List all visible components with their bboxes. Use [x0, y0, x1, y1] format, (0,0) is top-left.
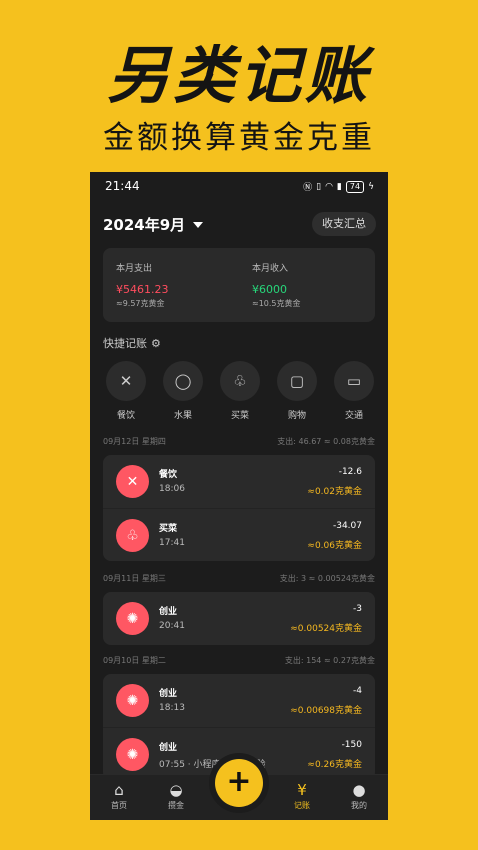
promo-subtitle: 金额换算黄金克重	[103, 120, 375, 156]
entry-time: 18:06	[159, 484, 185, 494]
entry-gold: ≈0.00524克黄金	[290, 624, 362, 634]
entry-gold: ≈0.02克黄金	[307, 487, 362, 497]
caret-down-icon	[193, 221, 204, 228]
bus-icon: ▭	[334, 361, 374, 401]
day-entries-card: ✕ 餐饮 18:06 -12.6 ≈0.02克黄金 ♧ 买菜 17:41 -34…	[103, 455, 375, 561]
vibrate-icon: ▯	[316, 181, 322, 192]
status-time: 21:44	[105, 179, 140, 193]
income-stat: 本月收入 ¥6000 ≈10.5克黄金	[252, 261, 301, 309]
quick-item-vegetable[interactable]: ♧ 买菜	[219, 361, 261, 421]
expense-gold: ≈9.57克黄金	[116, 299, 165, 308]
sim-icon: ▮	[336, 181, 342, 192]
quick-record-title: 快捷记账	[103, 337, 147, 350]
day-date: 09月11日 星期三	[103, 574, 166, 583]
battery-icon: 74	[345, 180, 365, 193]
user-icon: ●	[352, 781, 366, 799]
income-gold: ≈10.5克黄金	[252, 299, 301, 308]
monthly-stats-card: 本月支出 ¥5461.23 ≈9.57克黄金 本月收入 ¥6000 ≈10.5克…	[103, 248, 375, 322]
entry-amount: -34.07	[332, 521, 362, 531]
lightbulb-icon: ✺	[116, 602, 149, 635]
day-header: 09月12日 星期四 支出: 46.67 ≈ 0.08克黄金	[103, 436, 375, 447]
ledger-icon: ¥	[297, 781, 307, 799]
utensils-icon: ✕	[116, 465, 149, 498]
promo-title: 另类记账	[106, 39, 371, 112]
fab-container: +	[209, 753, 269, 813]
income-label: 本月收入	[252, 264, 289, 274]
summary-button[interactable]: 收支汇总	[312, 212, 376, 236]
tab-label: 首页	[111, 801, 127, 810]
quick-record-row: ✕ 餐饮 ◯ 水果 ♧ 买菜 ▢ 购物 ▭ 交通	[105, 361, 375, 421]
day-date: 09月10日 星期二	[103, 656, 166, 665]
income-value: ¥6000	[252, 283, 287, 296]
entry-category: 买菜	[159, 524, 178, 534]
vegetable-icon: ♧	[116, 519, 149, 552]
quick-item-dining[interactable]: ✕ 餐饮	[105, 361, 147, 421]
entry-category: 创业	[159, 689, 178, 699]
add-record-button[interactable]: +	[215, 759, 263, 807]
quick-item-label: 餐饮	[116, 411, 135, 421]
day-header: 09月11日 星期三 支出: 3 ≈ 0.00524克黄金	[103, 573, 375, 584]
day-date: 09月12日 星期四	[103, 437, 166, 446]
wifi-icon: ◠	[325, 181, 333, 192]
money-bag-icon: ◒	[169, 781, 183, 799]
entry-amount: -150	[341, 740, 362, 750]
quick-item-label: 水果	[173, 411, 192, 421]
home-icon: ⌂	[114, 781, 124, 799]
entry-row[interactable]: ♧ 买菜 17:41 -34.07 ≈0.06克黄金	[103, 508, 375, 561]
tab-ledger[interactable]: ¥ 记账	[282, 781, 322, 811]
tab-label: 攒金	[168, 801, 184, 810]
entry-category: 餐饮	[159, 470, 178, 480]
tab-profile[interactable]: ● 我的	[339, 781, 379, 811]
day-summary: 支出: 46.67 ≈ 0.08克黄金	[277, 437, 375, 446]
entry-gold: ≈0.26克黄金	[307, 760, 362, 770]
phone-screen: 21:44 Ⓝ ▯ ◠ ▮ 74 ϟ 2024年9月 收支汇总 本月支出 ¥54…	[90, 172, 388, 820]
quick-item-transport[interactable]: ▭ 交通	[333, 361, 375, 421]
expense-stat: 本月支出 ¥5461.23 ≈9.57克黄金	[116, 261, 169, 309]
entry-time: 18:13	[159, 703, 185, 713]
apple-icon: ◯	[163, 361, 203, 401]
expense-label: 本月支出	[116, 264, 153, 274]
entry-time: 17:41	[159, 538, 185, 548]
tab-label: 我的	[351, 801, 367, 810]
charging-icon: ϟ	[368, 181, 374, 192]
expense-value: ¥5461.23	[116, 283, 169, 296]
month-selector[interactable]: 2024年9月	[103, 214, 204, 235]
entry-row[interactable]: ✺ 创业 20:41 -3 ≈0.00524克黄金	[103, 592, 375, 645]
quick-item-shopping[interactable]: ▢ 购物	[276, 361, 318, 421]
entry-row[interactable]: ✕ 餐饮 18:06 -12.6 ≈0.02克黄金	[103, 455, 375, 508]
tab-home[interactable]: ⌂ 首页	[99, 781, 139, 811]
utensils-icon: ✕	[106, 361, 146, 401]
day-summary: 支出: 154 ≈ 0.27克黄金	[284, 656, 375, 665]
month-label: 2024年9月	[103, 216, 186, 234]
tab-save-gold[interactable]: ◒ 攒金	[156, 781, 196, 811]
nfc-icon: Ⓝ	[303, 183, 313, 193]
shopping-bag-icon: ▢	[277, 361, 317, 401]
status-bar: 21:44 Ⓝ ▯ ◠ ▮ 74 ϟ	[90, 172, 388, 200]
bottom-tab-bar: ⌂ 首页 ◒ 攒金 + ¥ 记账 ● 我的	[90, 753, 388, 820]
tab-label: 记账	[294, 801, 310, 810]
lightbulb-icon: ✺	[116, 738, 149, 771]
quick-record-header: 快捷记账 ⚙	[103, 335, 161, 351]
entry-gold: ≈0.00698克黄金	[290, 706, 362, 716]
entry-time: 20:41	[159, 621, 185, 631]
entry-amount: -12.6	[338, 467, 362, 477]
day-entries-card: ✺ 创业 20:41 -3 ≈0.00524克黄金	[103, 592, 375, 645]
quick-item-label: 交通	[344, 411, 363, 421]
entry-amount: -4	[353, 686, 362, 696]
day-summary: 支出: 3 ≈ 0.00524克黄金	[279, 574, 375, 583]
lightbulb-icon: ✺	[116, 684, 149, 717]
entry-category: 创业	[159, 607, 178, 617]
quick-item-label: 买菜	[230, 411, 249, 421]
entry-amount: -3	[353, 604, 362, 614]
status-icons: Ⓝ ▯ ◠ ▮ 74 ϟ	[303, 180, 374, 193]
day-header: 09月10日 星期二 支出: 154 ≈ 0.27克黄金	[103, 655, 375, 666]
vegetable-icon: ♧	[220, 361, 260, 401]
quick-item-fruit[interactable]: ◯ 水果	[162, 361, 204, 421]
entry-row[interactable]: ✺ 创业 18:13 -4 ≈0.00698克黄金	[103, 674, 375, 727]
gear-icon[interactable]: ⚙	[151, 337, 161, 350]
entry-gold: ≈0.06克黄金	[307, 541, 362, 551]
entry-category: 创业	[159, 743, 178, 753]
quick-item-label: 购物	[287, 411, 306, 421]
